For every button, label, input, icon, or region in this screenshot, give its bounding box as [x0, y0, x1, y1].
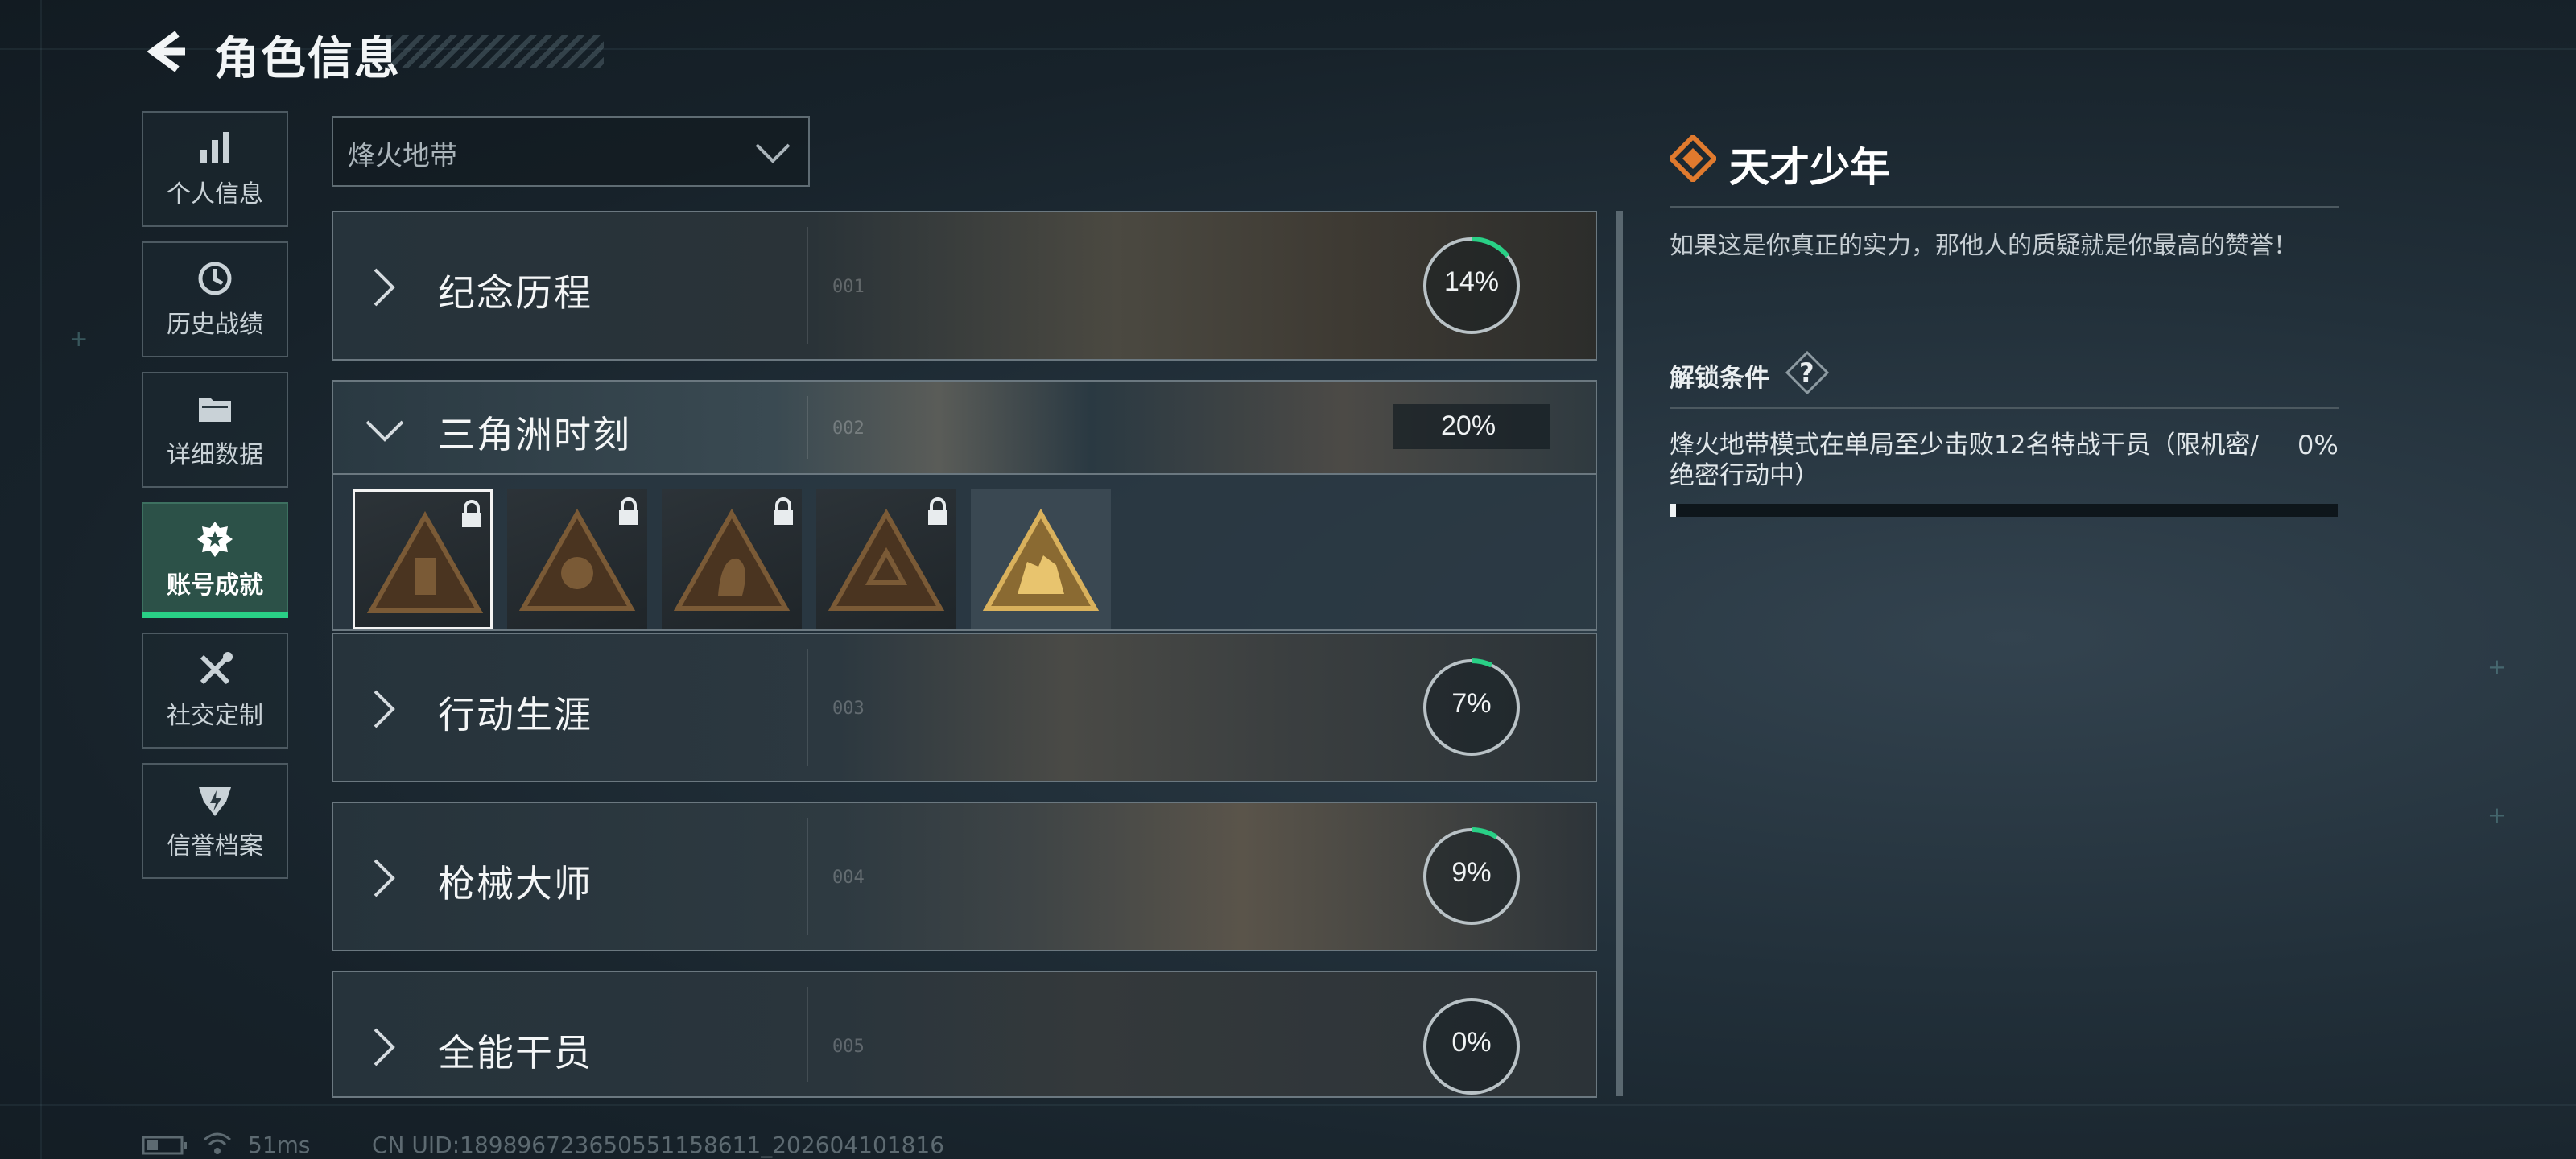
- unlock-condition-progress-label: 0%: [2297, 430, 2339, 460]
- achievement-description: 如果这是你真正的实力，那他人的质疑就是你最高的赞誉！: [1670, 232, 2297, 260]
- achievement-badge[interactable]: [353, 489, 493, 629]
- lock-icon: [619, 497, 638, 525]
- category-number: 003: [832, 699, 865, 719]
- bg-cross-mark: +: [2487, 654, 2507, 680]
- bg-grid-line: [0, 1104, 2576, 1106]
- progress-bar-fill: [1670, 504, 1677, 517]
- sidebar-item-label: 社交定制: [167, 702, 263, 730]
- category-name: 纪念历程: [438, 271, 592, 315]
- sidebar-item-social-custom[interactable]: 社交定制: [142, 633, 288, 749]
- history-icon: [198, 262, 232, 295]
- progress-label: 9%: [1451, 857, 1492, 888]
- folder-icon: [199, 398, 231, 422]
- chevron-right-icon: [374, 1028, 395, 1066]
- help-label: ?: [1799, 357, 1814, 388]
- category-number: 005: [832, 1037, 865, 1057]
- sidebar-item-history[interactable]: 历史战绩: [142, 241, 288, 357]
- achievement-badge[interactable]: [971, 489, 1111, 629]
- progress-ring: 9%: [1420, 825, 1523, 928]
- title-decoration: [386, 35, 604, 68]
- category-name: 三角洲时刻: [438, 413, 631, 456]
- achievement-badge[interactable]: [662, 489, 802, 629]
- category-number: 004: [832, 868, 865, 888]
- category-row[interactable]: 纪念历程 001 14%: [332, 211, 1597, 361]
- category-name: 行动生涯: [438, 693, 592, 736]
- progress-label: 0%: [1451, 1027, 1492, 1058]
- divider: [1670, 206, 2339, 208]
- progress-label: 7%: [1451, 688, 1492, 719]
- sidebar-item-label: 详细数据: [167, 441, 263, 469]
- achievement-badge[interactable]: [507, 489, 647, 629]
- sidebar-item-label: 历史战绩: [167, 311, 263, 339]
- wifi-icon: [204, 1132, 231, 1154]
- unlock-condition-text: 烽火地带模式在单局至少击败12名特战干员（限机密/绝密行动中）: [1670, 431, 2259, 490]
- uid-label: CN UID:189896723650551158611_20260410181…: [372, 1132, 945, 1158]
- lock-icon: [462, 500, 481, 527]
- bg-grid-line: [40, 0, 42, 1159]
- bg-cross-mark: +: [2487, 802, 2507, 828]
- category-row[interactable]: 行动生涯 003 7%: [332, 633, 1597, 782]
- progress-label: 20%: [1441, 410, 1496, 441]
- chevron-right-icon: [374, 859, 395, 897]
- achievement-title: 天才少年: [1729, 144, 1890, 191]
- category-divider: [807, 227, 808, 344]
- category-row[interactable]: 枪械大师 004 9%: [332, 802, 1597, 951]
- page-title: 角色信息: [214, 33, 401, 85]
- category-divider: [807, 987, 808, 1082]
- category-divider: [807, 396, 808, 459]
- sidebar-item-label: 个人信息: [167, 180, 263, 208]
- category-row-expanded[interactable]: 三角洲时刻 002 20%: [332, 380, 1597, 475]
- tools-icon: [200, 652, 233, 685]
- progress-ring: 14%: [1420, 234, 1523, 337]
- ping-label: 51ms: [248, 1132, 311, 1158]
- category-name: 全能干员: [438, 1031, 592, 1074]
- progress-label: 14%: [1443, 266, 1500, 297]
- triangle-badge-icon: [982, 509, 1100, 611]
- achievement-badge[interactable]: [816, 489, 956, 629]
- back-button[interactable]: [142, 27, 190, 76]
- sidebar-item-detailed-data[interactable]: 详细数据: [142, 372, 288, 488]
- mode-select-dropdown[interactable]: 烽火地带: [332, 116, 810, 187]
- sidebar-item-label: 账号成就: [167, 571, 263, 600]
- chevron-down-icon: [755, 143, 791, 163]
- battery-icon: [142, 1136, 187, 1155]
- back-arrow-icon: [147, 31, 185, 72]
- lock-icon: [774, 497, 793, 525]
- achievement-icon: [197, 522, 233, 557]
- unlock-condition-title: 解锁条件: [1670, 364, 1769, 393]
- chevron-right-icon: [374, 268, 395, 307]
- chevron-right-icon: [374, 690, 395, 728]
- chevron-down-icon: [365, 420, 404, 442]
- unlock-condition-progress-bar: [1670, 504, 2338, 517]
- sidebar-item-credit-record[interactable]: 信誉档案: [142, 763, 288, 879]
- category-row[interactable]: 全能干员 005 0%: [332, 971, 1597, 1098]
- sidebar-item-label: 信誉档案: [167, 832, 263, 860]
- category-number: 002: [832, 419, 865, 439]
- bar-chart-icon: [200, 132, 229, 163]
- bg-cross-mark: +: [69, 325, 89, 352]
- category-divider: [807, 649, 808, 766]
- divider: [1670, 407, 2339, 409]
- progress-ring: 7%: [1420, 656, 1523, 759]
- list-scrollbar[interactable]: [1616, 211, 1623, 1096]
- category-number: 001: [832, 277, 865, 297]
- sidebar-item-personal-info[interactable]: 个人信息: [142, 111, 288, 227]
- achievement-diamond-icon: [1670, 135, 1716, 182]
- progress-ring: 0%: [1420, 995, 1523, 1096]
- badge-list: [332, 475, 1597, 631]
- category-divider: [807, 818, 808, 935]
- sidebar-item-achievements[interactable]: 账号成就: [142, 502, 288, 618]
- help-button[interactable]: ?: [1785, 351, 1829, 394]
- lock-icon: [928, 497, 947, 525]
- category-name: 枪械大师: [438, 862, 592, 905]
- mode-select-value: 烽火地带: [348, 140, 457, 172]
- shield-icon: [199, 787, 231, 816]
- progress-box: 20%: [1393, 404, 1550, 449]
